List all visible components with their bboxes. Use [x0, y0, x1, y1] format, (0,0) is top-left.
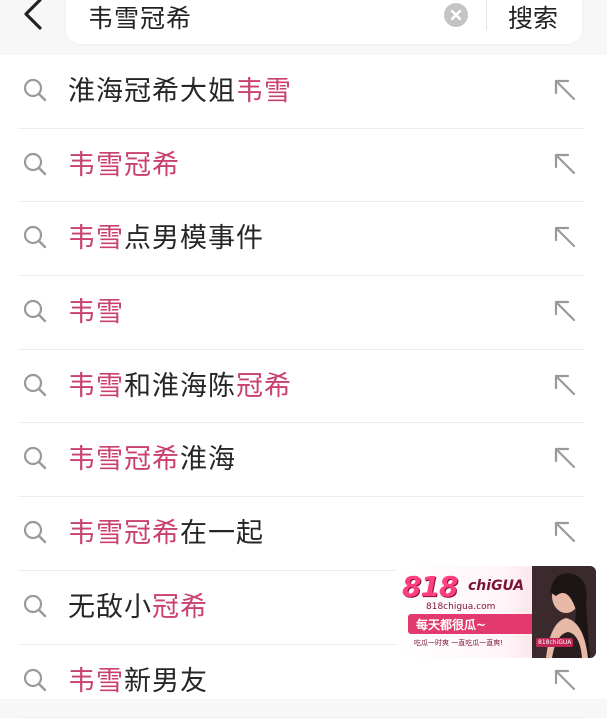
- suggestion-text: 韦雪冠希: [68, 143, 180, 182]
- highlighted-keyword: 韦雪: [68, 223, 124, 254]
- suggestion-row[interactable]: 韦雪点男模事件: [0, 202, 607, 276]
- divider: [486, 0, 487, 30]
- back-chevron-icon[interactable]: [18, 0, 48, 38]
- suggestion-text: 韦雪点男模事件: [68, 216, 264, 255]
- arrow-up-left-icon[interactable]: [552, 667, 578, 693]
- suggestion-text-part: 淮海冠希大姐: [68, 76, 236, 107]
- highlighted-keyword: 韦雪: [68, 371, 124, 402]
- ad-tagline: 吃瓜一时爽 一直吃瓜一直爽!: [414, 638, 503, 648]
- search-icon: [22, 593, 48, 619]
- highlighted-keyword: 韦雪冠希: [68, 150, 180, 181]
- arrow-up-left-icon[interactable]: [552, 77, 578, 103]
- search-icon: [22, 151, 48, 177]
- highlighted-keyword: 冠希: [236, 371, 292, 402]
- clear-icon[interactable]: [444, 3, 468, 27]
- ad-brand: chiGUA: [468, 578, 524, 594]
- highlighted-keyword: 冠希: [152, 592, 208, 623]
- suggestion-text: 韦雪冠希在一起: [68, 511, 264, 550]
- suggestion-text-part: 新男友: [124, 666, 208, 697]
- highlighted-keyword: 韦雪: [68, 297, 124, 328]
- arrow-up-left-icon[interactable]: [552, 372, 578, 398]
- search-icon: [22, 77, 48, 103]
- search-button[interactable]: 搜索: [508, 0, 558, 35]
- ad-banner[interactable]: 818 chiGUA 818chigua.com 每天都很瓜~ 吃瓜一时爽 一直…: [396, 566, 596, 658]
- suggestion-text: 韦雪: [68, 290, 124, 329]
- suggestion-text: 韦雪冠希淮海: [68, 437, 236, 476]
- suggestion-text: 淮海冠希大姐韦雪: [68, 69, 292, 108]
- suggestion-row[interactable]: 韦雪: [0, 276, 607, 350]
- suggestion-row[interactable]: 淮海冠希大姐韦雪: [0, 55, 607, 129]
- suggestion-row[interactable]: 韦雪冠希在一起: [0, 497, 607, 571]
- search-header: 韦雪冠希 搜索: [0, 0, 607, 58]
- ad-badge: 818chiGUA: [536, 638, 573, 647]
- suggestion-text-part: 淮海: [180, 444, 236, 475]
- suggestion-text: 韦雪新男友: [68, 659, 208, 698]
- search-icon: [22, 519, 48, 545]
- suggestion-text: 韦雪和淮海陈冠希: [68, 364, 292, 403]
- ad-slogan: 每天都很瓜~: [416, 616, 486, 633]
- suggestion-text-part: 点男模事件: [124, 223, 264, 254]
- search-icon: [22, 445, 48, 471]
- search-input[interactable]: 韦雪冠希: [88, 0, 192, 35]
- arrow-up-left-icon[interactable]: [552, 298, 578, 324]
- ad-url: 818chigua.com: [426, 602, 495, 612]
- suggestion-row[interactable]: 韦雪冠希: [0, 129, 607, 203]
- suggestion-text-part: 无敌小: [68, 592, 152, 623]
- suggestion-row[interactable]: 韦雪冠希淮海: [0, 423, 607, 497]
- highlighted-keyword: 韦雪: [236, 76, 292, 107]
- search-icon: [22, 298, 48, 324]
- arrow-up-left-icon[interactable]: [552, 445, 578, 471]
- search-icon: [22, 224, 48, 250]
- suggestion-text: 无敌小冠希: [68, 585, 208, 624]
- suggestion-row[interactable]: 韦雪和淮海陈冠希: [0, 350, 607, 424]
- highlighted-keyword: 韦雪: [68, 666, 124, 697]
- search-icon: [22, 372, 48, 398]
- arrow-up-left-icon[interactable]: [552, 224, 578, 250]
- ad-logo: 818: [402, 570, 457, 603]
- arrow-up-left-icon[interactable]: [552, 519, 578, 545]
- suggestion-text-part: 和淮海陈: [124, 371, 236, 402]
- arrow-up-left-icon[interactable]: [552, 151, 578, 177]
- highlighted-keyword: 韦雪冠希: [68, 518, 180, 549]
- highlighted-keyword: 韦雪冠希: [68, 444, 180, 475]
- search-bar: 韦雪冠希 搜索: [66, 0, 582, 44]
- suggestion-text-part: 在一起: [180, 518, 264, 549]
- search-icon: [22, 667, 48, 693]
